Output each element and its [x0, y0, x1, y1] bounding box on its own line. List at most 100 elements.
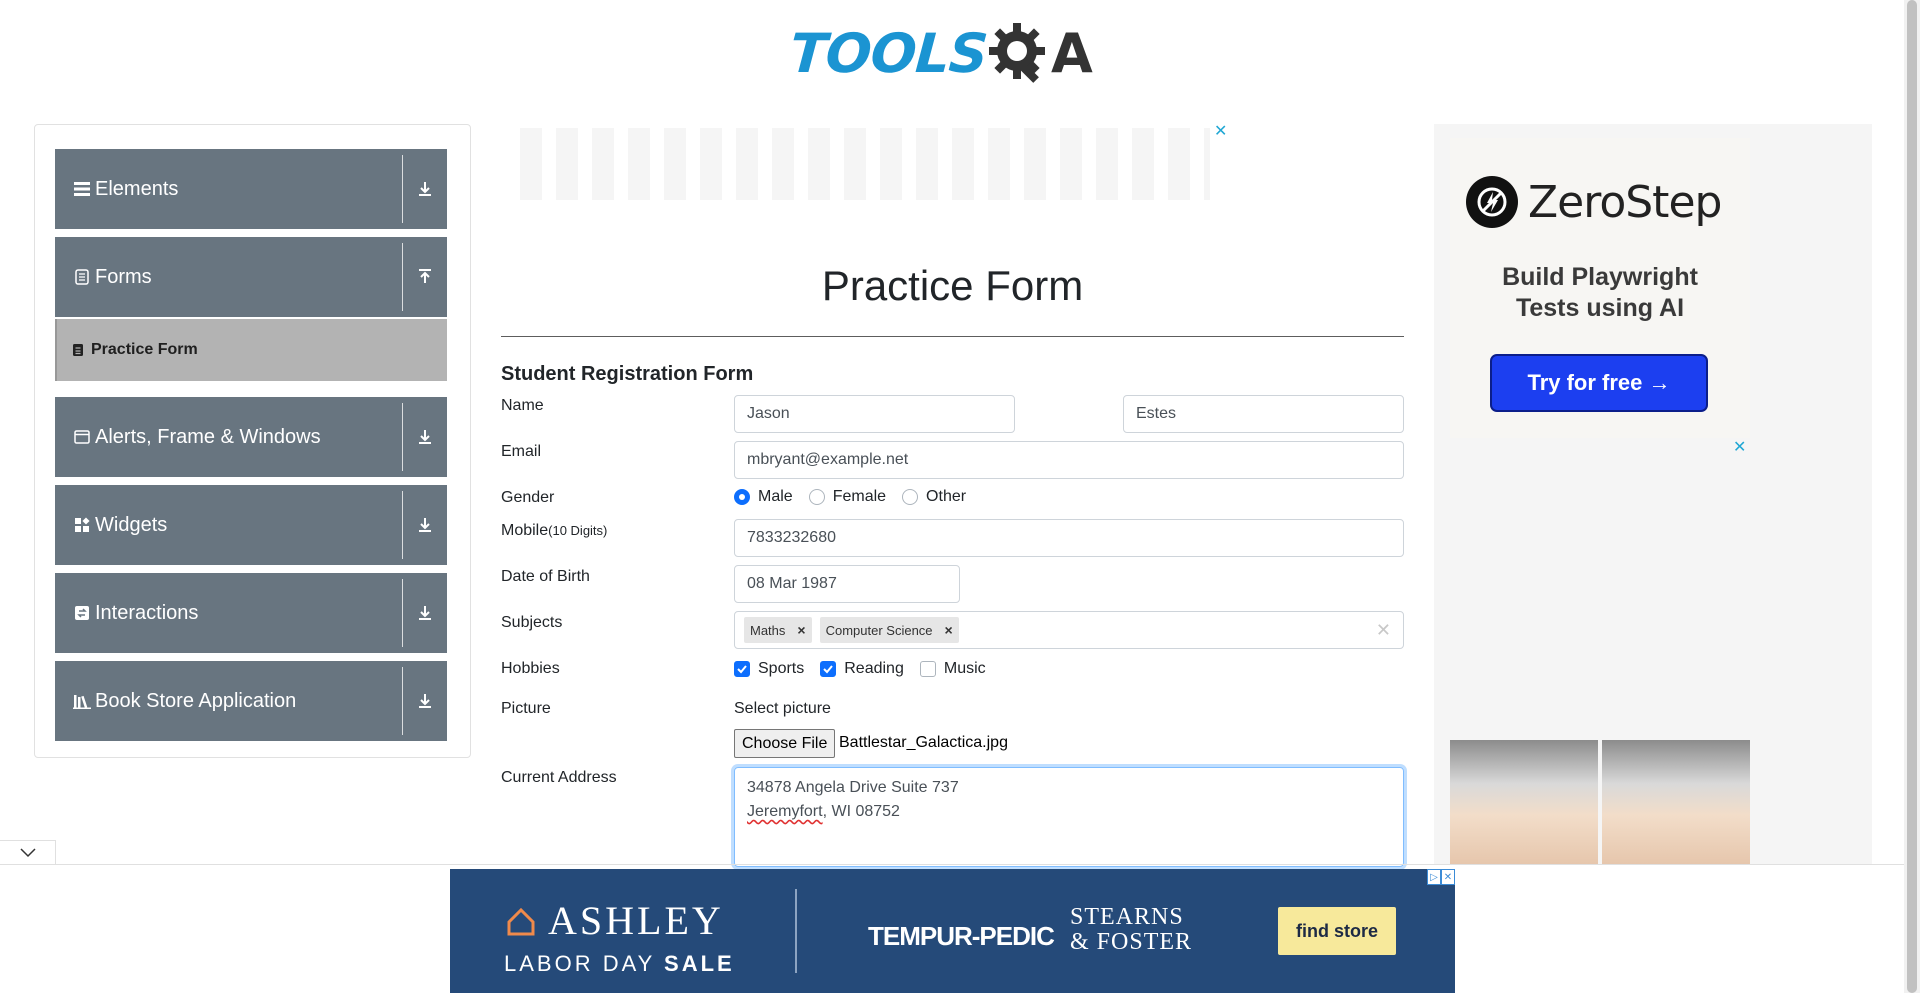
stearns-line: & FOSTER: [1070, 929, 1193, 955]
mobile-input[interactable]: 7833232680: [734, 519, 1404, 557]
radio-female[interactable]: [808, 489, 825, 505]
interactions-icon: [73, 604, 91, 622]
mobile-label: Mobile(10 Digits): [501, 522, 607, 540]
ad-photo: [1602, 740, 1750, 865]
hobby-reading-option[interactable]: Reading: [820, 660, 904, 678]
date-of-birth-input[interactable]: 08 Mar 1987: [734, 565, 960, 603]
subjects-input[interactable]: Maths × Computer Science × ✕: [734, 611, 1404, 649]
subject-chip-label: Maths: [750, 622, 786, 638]
hobbies-checkbox-group: Sports Reading Music: [734, 660, 1002, 678]
bottom-ad-banner[interactable]: ASHLEY LABOR DAY SALE TEMPUR-PEDIC STEAR…: [450, 869, 1455, 993]
sidebar-group-elements[interactable]: Elements: [55, 149, 447, 229]
house-icon: [507, 907, 535, 935]
name-label: Name: [501, 397, 544, 414]
current-address-textarea[interactable]: 34878 Angela Drive Suite 737 Jeremyfort,…: [734, 767, 1404, 867]
hobby-sports-option[interactable]: Sports: [734, 660, 804, 678]
gender-other-option[interactable]: Other: [902, 488, 966, 506]
sidebar-group-label: Alerts, Frame & Windows: [95, 425, 321, 448]
choose-file-button[interactable]: Choose File: [734, 729, 836, 758]
sidebar-group-label: Book Store Application: [95, 689, 297, 712]
last-name-input[interactable]: Estes: [1123, 395, 1404, 433]
widgets-icon: [73, 516, 91, 534]
dob-label: Date of Birth: [501, 568, 590, 585]
divider: [402, 491, 403, 559]
hobbies-label: Hobbies: [501, 660, 560, 677]
books-icon: [73, 692, 91, 710]
faces-ad-image[interactable]: [1450, 740, 1750, 865]
divider: [402, 243, 403, 311]
sidebar-group-interactions[interactable]: Interactions: [55, 573, 447, 653]
logo-qa: A: [987, 21, 1093, 85]
radio-other[interactable]: [902, 489, 919, 505]
checkbox-sports[interactable]: [734, 661, 750, 677]
ad-photo: [1450, 740, 1598, 865]
collapse-icon[interactable]: [403, 237, 447, 317]
expand-icon[interactable]: [403, 149, 447, 229]
address-label: Current Address: [501, 769, 617, 786]
first-name-input[interactable]: Jason: [734, 395, 1015, 433]
try-for-free-button[interactable]: Try for free →: [1490, 354, 1708, 412]
subjects-label: Subjects: [501, 614, 563, 631]
checkbox-label: Reading: [844, 660, 904, 677]
adchoices-icon[interactable]: ▷ ✕: [1427, 869, 1455, 885]
close-ad-icon[interactable]: ✕: [1733, 440, 1746, 456]
sidebar-item-practice-form[interactable]: Practice Form: [55, 319, 447, 381]
sidebar-group-book-store[interactable]: Book Store Application: [55, 661, 447, 741]
ashley-logo: ASHLEY: [506, 897, 724, 944]
gender-male-option[interactable]: Male: [734, 488, 793, 506]
form-subtitle: Student Registration Form: [501, 363, 754, 385]
checkbox-reading[interactable]: [820, 661, 837, 677]
radio-label: Male: [758, 488, 793, 505]
email-input[interactable]: mbryant@example.net: [734, 441, 1404, 479]
scrollbar-thumb[interactable]: [1907, 0, 1917, 993]
adchoices-info-icon[interactable]: ▷: [1427, 869, 1441, 885]
select-picture-label: Select picture: [734, 700, 831, 717]
vertical-scrollbar[interactable]: [1904, 0, 1920, 993]
mobile-hint: (10 Digits): [548, 523, 608, 538]
hamburger-icon: [73, 180, 91, 198]
gender-label: Gender: [501, 489, 555, 506]
sidebar-group-alerts[interactable]: Alerts, Frame & Windows: [55, 397, 447, 477]
expand-icon[interactable]: [403, 661, 447, 741]
remove-chip-icon[interactable]: ×: [791, 622, 811, 638]
picture-label: Picture: [501, 700, 551, 717]
zerostep-tagline: Build Playwright Tests using AI: [1450, 262, 1750, 324]
radio-label: Female: [832, 488, 887, 505]
expand-icon[interactable]: [403, 573, 447, 653]
close-ad-icon[interactable]: ✕: [1214, 124, 1227, 140]
sidebar-group-widgets[interactable]: Widgets: [55, 485, 447, 565]
zerostep-ad[interactable]: ZeroStep Build Playwright Tests using AI…: [1450, 138, 1750, 438]
mobile-label-text: Mobile: [501, 522, 549, 539]
top-ad-banner[interactable]: [520, 128, 1210, 200]
tempur-pedic-logo: TEMPUR-PEDIC: [868, 921, 1055, 951]
collapse-ad-button[interactable]: [0, 840, 56, 864]
sidebar-group-label: Elements: [95, 177, 179, 200]
address-line: 34878 Angela Drive Suite 737: [747, 779, 959, 796]
stearns-foster-logo: STEARNS & FOSTER: [1070, 905, 1192, 955]
checkbox-label: Music: [943, 660, 986, 677]
divider: [402, 667, 403, 735]
zerostep-logo: ZeroStep: [1466, 176, 1722, 228]
zerostep-logo-icon: [1466, 176, 1518, 228]
tagline-line: Tests using AI: [1515, 294, 1685, 322]
checkbox-music[interactable]: [919, 661, 936, 677]
expand-icon[interactable]: [403, 485, 447, 565]
expand-icon[interactable]: [403, 397, 447, 477]
radio-male[interactable]: [734, 489, 750, 505]
subject-chip: Computer Science ×: [819, 617, 959, 643]
sidebar-group-label: Widgets: [95, 513, 168, 536]
sale-text-a: LABOR DAY: [504, 951, 665, 976]
sidebar-group-label: Forms: [95, 265, 152, 288]
sale-text-b: SALE: [664, 951, 735, 976]
clear-subjects-icon[interactable]: ✕: [1376, 620, 1391, 641]
toolsqa-logo[interactable]: TOOLS A: [788, 14, 1093, 92]
close-ad-icon[interactable]: ✕: [1441, 869, 1455, 885]
radio-label: Other: [926, 488, 967, 505]
find-store-button[interactable]: find store: [1278, 907, 1396, 955]
gender-female-option[interactable]: Female: [808, 488, 887, 506]
remove-chip-icon[interactable]: ×: [939, 622, 959, 638]
hobby-music-option[interactable]: Music: [919, 660, 986, 678]
sidebar-group-forms[interactable]: Forms: [55, 237, 447, 317]
address-text: , WI 08752: [822, 803, 900, 820]
selected-file-name: Battlestar_Galactica.jpg: [839, 734, 1008, 751]
